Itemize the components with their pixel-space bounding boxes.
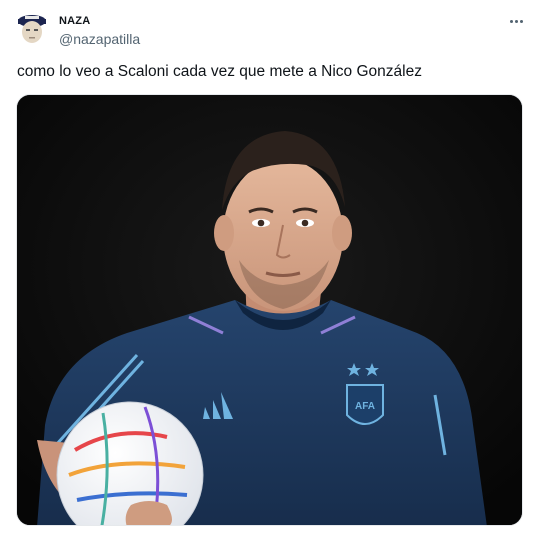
afa-badge-icon: AFA: [346, 384, 384, 425]
svg-text:AFA: AFA: [355, 401, 375, 412]
tweet-text: como lo veo a Scaloni cada vez que mete …: [17, 63, 422, 80]
avatar[interactable]: [17, 10, 47, 48]
dot-icon: [509, 19, 513, 23]
dot-icon: [519, 19, 523, 23]
tweet-card[interactable]: NAZA @nazapatilla como lo veo a Scaloni …: [0, 0, 534, 534]
dot-icon: [514, 19, 518, 23]
tweet-photo: AFA: [17, 95, 522, 525]
tweet-media[interactable]: AFA: [16, 94, 523, 526]
more-horizontal-icon[interactable]: [505, 12, 527, 30]
author-handle[interactable]: @nazapatilla: [59, 31, 140, 47]
avatar-image: [18, 15, 46, 43]
author-name[interactable]: NAZA: [59, 15, 90, 27]
